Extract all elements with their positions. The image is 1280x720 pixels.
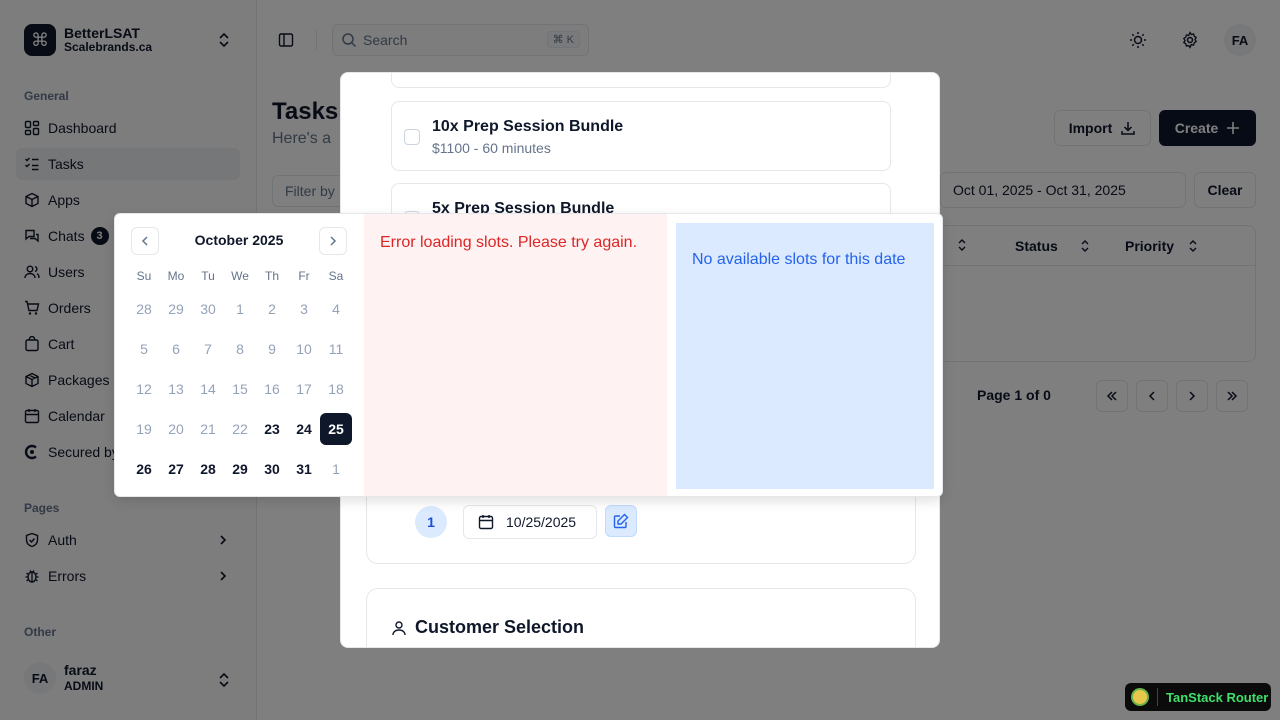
slots-error-message: Error loading slots. Please try again. (380, 234, 638, 251)
calendar-day: 29 (168, 301, 184, 317)
calendar-day[interactable]: 31 (288, 453, 320, 485)
calendar-day: 28 (136, 301, 152, 317)
chevron-right-icon (326, 234, 340, 248)
calendar-day: 6 (172, 341, 180, 357)
calendar-day[interactable]: 23 (256, 413, 288, 445)
calendar-day: 22 (232, 421, 248, 437)
weekday-label: Tu (201, 269, 215, 283)
calendar-day: 7 (204, 341, 212, 357)
session-date-value: 10/25/2025 (506, 514, 577, 530)
calendar-day: 11 (328, 341, 344, 357)
calendar-day: 15 (232, 381, 248, 397)
weekday-label: Th (264, 269, 279, 283)
calendar-day: 17 (296, 381, 312, 397)
calendar-day[interactable]: 30 (256, 453, 288, 485)
calendar-icon (478, 514, 494, 530)
weekday-label: Fr (298, 269, 310, 283)
calendar-day: 19 (136, 421, 152, 437)
no-slots-message: No available slots for this date (692, 251, 906, 268)
package-meta: $1100 - 60 minutes (432, 140, 551, 156)
package-checkbox[interactable] (404, 129, 420, 145)
calendar-day: 18 (328, 381, 344, 397)
calendar-day: 3 (300, 301, 308, 317)
package-option[interactable]: 10x Prep Session Bundle $1100 - 60 minut… (391, 101, 891, 171)
edit-session-button[interactable] (605, 505, 637, 537)
calendar-day: 16 (264, 381, 280, 397)
calendar-day: 13 (168, 381, 184, 397)
calendar-day: 14 (200, 381, 216, 397)
weekday-label: We (231, 269, 249, 283)
calendar-day: 12 (136, 381, 152, 397)
calendar-day: 30 (200, 301, 216, 317)
time-slots-panel: No available slots for this date (676, 223, 934, 489)
tanstack-devtools-toggle[interactable]: TanStack Router (1125, 683, 1271, 711)
calendar-day: 1 (236, 301, 244, 317)
calendar-day[interactable]: 24 (288, 413, 320, 445)
package-name: 10x Prep Session Bundle (432, 118, 624, 135)
calendar: October 2025 Su Mo Tu We Th Fr Sa 28 29 30 1 2 3 4 5 6 7… (115, 214, 363, 498)
calendar-day: 9 (268, 341, 276, 357)
calendar-day: 21 (200, 421, 216, 437)
user-icon (391, 620, 407, 636)
customer-selection-card: Customer Selection (366, 588, 916, 647)
next-month-button[interactable] (319, 227, 347, 255)
calendar-day[interactable]: 29 (224, 453, 256, 485)
calendar-day: 20 (168, 421, 184, 437)
calendar-day[interactable]: 28 (192, 453, 224, 485)
calendar-day-selected[interactable]: 25 (320, 413, 352, 445)
calendar-day[interactable]: 27 (160, 453, 192, 485)
date-picker-popover: October 2025 Su Mo Tu We Th Fr Sa 28 29 30 1 2 3 4 5 6 7… (114, 213, 943, 497)
divider (1157, 688, 1158, 706)
calendar-day: 2 (268, 301, 276, 317)
tanstack-logo-icon (1131, 688, 1149, 706)
devtools-label: TanStack Router (1166, 689, 1269, 705)
session-date-button[interactable]: 10/25/2025 (463, 505, 597, 539)
calendar-day: 1 (332, 461, 340, 477)
weekday-label: Mo (167, 269, 185, 283)
calendar-day: 8 (236, 341, 244, 357)
session-number: 1 (415, 506, 447, 538)
slots-error-panel: Error loading slots. Please try again. (364, 214, 667, 496)
calendar-day: 4 (332, 301, 340, 317)
customer-selection-title: Customer Selection (415, 617, 585, 637)
calendar-day[interactable]: 26 (128, 453, 160, 485)
weekday-label: Su (136, 269, 152, 283)
calendar-day: 10 (296, 341, 312, 357)
edit-icon (613, 513, 629, 529)
calendar-day: 5 (140, 341, 148, 357)
package-option[interactable] (391, 73, 891, 88)
weekday-label: Sa (328, 269, 344, 283)
